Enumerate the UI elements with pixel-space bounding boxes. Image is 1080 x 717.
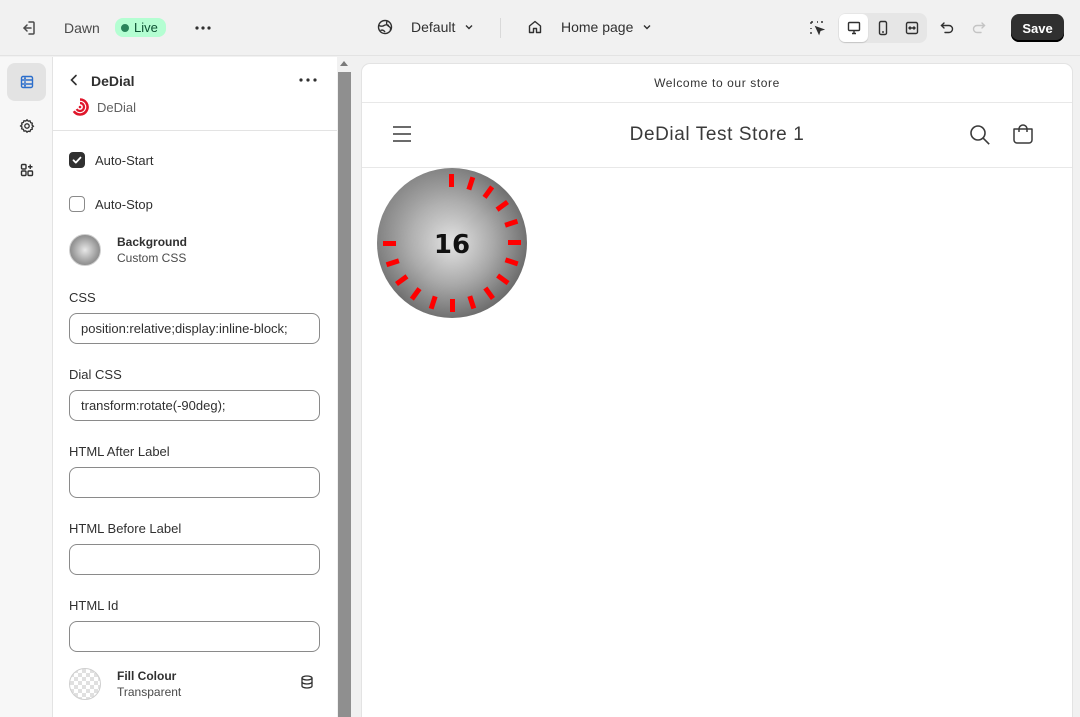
home-icon — [528, 20, 542, 34]
store-name[interactable]: DeDial Test Store 1 — [362, 124, 1072, 146]
undo-icon[interactable] — [933, 14, 961, 42]
html-id-input[interactable] — [69, 621, 320, 652]
scroll-up-arrow-icon[interactable] — [340, 61, 348, 66]
cart-icon[interactable] — [1011, 122, 1035, 151]
html-id-label: HTML Id — [69, 598, 119, 613]
chevron-down-icon — [643, 25, 651, 30]
back-chevron-icon[interactable] — [66, 72, 82, 93]
toolbar-divider — [500, 18, 501, 38]
html-before-label-label: HTML Before Label — [69, 521, 182, 536]
live-badge-label: Live — [134, 20, 158, 35]
background-subtitle: Custom CSS — [117, 251, 187, 265]
preset-dropdown[interactable]: Default — [377, 19, 475, 35]
auto-start-checkbox-row[interactable]: Auto-Start — [69, 152, 154, 168]
dial-tick — [383, 241, 396, 246]
css-input[interactable] — [69, 313, 320, 344]
dynamic-source-database-icon[interactable] — [299, 674, 315, 695]
live-badge: Live — [115, 18, 166, 37]
page-label: Home page — [561, 19, 634, 35]
full-width-icon[interactable] — [897, 14, 926, 42]
background-title: Background — [117, 235, 188, 249]
block-more-options-icon[interactable] — [297, 69, 319, 96]
fill-colour-setting[interactable]: Fill Colour Transparent — [69, 668, 181, 700]
search-icon[interactable] — [968, 123, 992, 152]
top-bar: Dawn Live Default Home page Save — [0, 0, 1080, 56]
auto-start-label: Auto-Start — [95, 152, 154, 168]
left-rail — [0, 57, 53, 717]
live-dot-icon — [121, 23, 129, 32]
dial-tick — [449, 174, 454, 187]
html-before-label-input[interactable] — [69, 544, 320, 575]
storefront-preview: Welcome to our store DeDial Test Store 1 — [362, 64, 1072, 717]
dedial-logo-icon — [72, 98, 89, 116]
preset-label: Default — [411, 19, 456, 35]
panel-title: DeDial — [91, 73, 135, 89]
fill-colour-title: Fill Colour — [117, 669, 177, 683]
html-after-label-label: HTML After Label — [69, 444, 170, 459]
panel-scrollbar-thumb[interactable] — [338, 72, 351, 717]
panel-subtitle-row: DeDial — [71, 98, 136, 116]
device-toggle-group — [838, 13, 927, 43]
theme-settings-gear-icon[interactable] — [7, 107, 46, 145]
fill-colour-subtitle: Transparent — [117, 685, 182, 699]
page-dropdown[interactable]: Home page — [527, 19, 653, 35]
panel-header: DeDial DeDial — [53, 57, 337, 131]
sections-icon[interactable] — [7, 63, 46, 101]
redo-icon[interactable] — [965, 14, 993, 42]
css-label: CSS — [69, 290, 96, 305]
mobile-icon[interactable] — [868, 14, 897, 42]
fill-colour-swatch[interactable] — [69, 668, 101, 700]
checkmark-icon — [72, 156, 82, 164]
desktop-icon[interactable] — [839, 14, 868, 42]
exit-icon[interactable] — [14, 14, 42, 42]
dial-widget: 16 — [377, 168, 527, 318]
auto-stop-label: Auto-Stop — [95, 196, 153, 212]
auto-start-checkbox[interactable] — [69, 152, 85, 168]
theme-name: Dawn — [64, 20, 100, 36]
settings-panel: DeDial DeDial Auto-Start Auto-Stop Backg… — [53, 57, 337, 717]
auto-stop-checkbox[interactable] — [69, 196, 85, 212]
chevron-down-icon — [465, 25, 473, 30]
dial-value: 16 — [434, 230, 470, 260]
dial-tick — [450, 299, 455, 312]
background-setting[interactable]: Background Custom CSS — [69, 234, 187, 266]
dial-css-label: Dial CSS — [69, 367, 122, 382]
panel-subtitle: DeDial — [97, 99, 137, 115]
save-button[interactable]: Save — [1011, 14, 1064, 42]
inspector-icon[interactable] — [803, 14, 831, 42]
app-embeds-icon[interactable] — [7, 151, 46, 189]
globe-icon — [377, 19, 393, 35]
announcement-bar: Welcome to our store — [362, 64, 1072, 103]
dial-css-input[interactable] — [69, 390, 320, 421]
store-header: DeDial Test Store 1 — [362, 103, 1072, 168]
auto-stop-checkbox-row[interactable]: Auto-Stop — [69, 196, 153, 212]
background-swatch[interactable] — [69, 234, 101, 266]
more-options-icon[interactable] — [189, 14, 217, 42]
dial-tick — [508, 240, 521, 245]
html-after-label-input[interactable] — [69, 467, 320, 498]
